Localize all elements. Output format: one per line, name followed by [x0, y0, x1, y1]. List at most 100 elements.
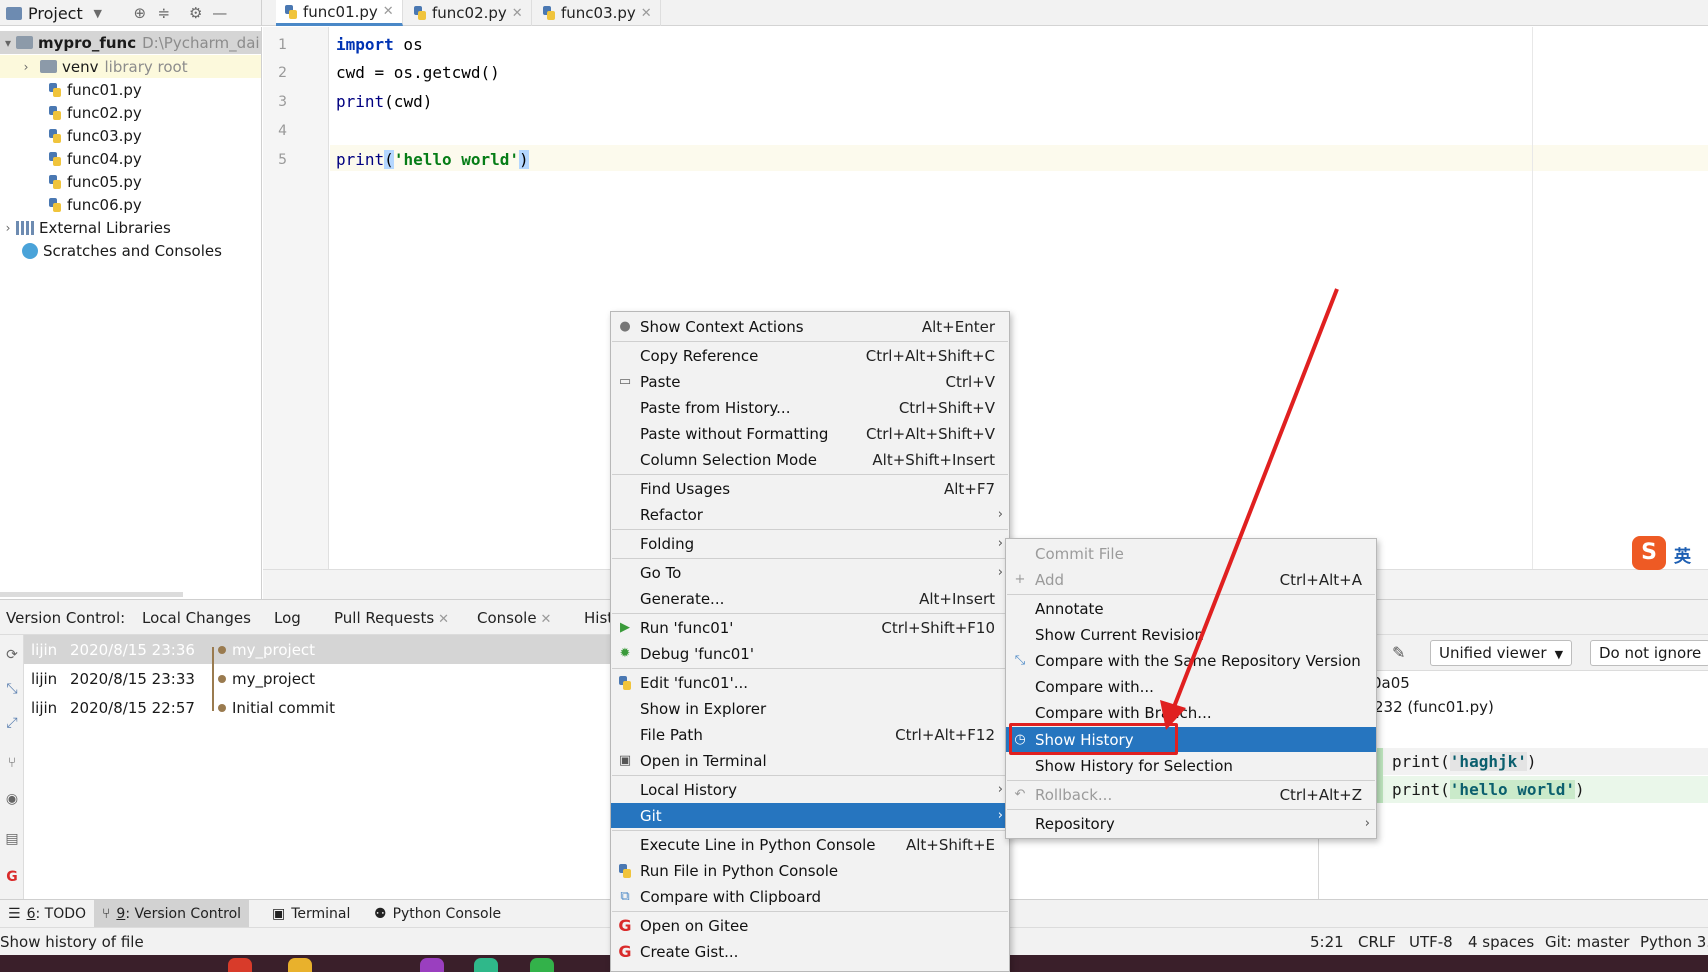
line-separator[interactable]: CRLF [1358, 928, 1396, 956]
menu-item-edit-config[interactable]: Edit 'func01'... [611, 670, 1009, 695]
refresh-icon[interactable]: ⟳ [3, 647, 21, 665]
app-icon[interactable] [420, 958, 444, 972]
menu-item-refactor[interactable]: Refactor › [611, 502, 1009, 527]
tab-pull-requests[interactable]: Pull Requests ✕ [328, 600, 455, 636]
menu-item-go-to[interactable]: Go To › [611, 560, 1009, 585]
tab-log[interactable]: Log [268, 600, 307, 636]
menu-item-copy-reference[interactable]: Copy Reference Ctrl+Alt+Shift+C [611, 343, 1009, 368]
file-encoding[interactable]: UTF-8 [1409, 928, 1453, 956]
layout-icon[interactable]: ▤ [3, 831, 21, 849]
branch-icon[interactable]: ⑂ [3, 755, 21, 773]
tree-file[interactable]: func05.py [0, 170, 261, 193]
git-branch[interactable]: Git: master [1545, 928, 1629, 956]
project-header[interactable]: Project ▼ ⊕ ≑ ⚙ — [0, 0, 262, 26]
close-icon[interactable]: ✕ [641, 6, 652, 21]
menu-item-open-on-gitee[interactable]: G Open on Gitee [611, 913, 1009, 938]
menu-item-run-file-in-console[interactable]: Run File in Python Console [611, 858, 1009, 883]
python-interpreter[interactable]: Python 3.8 [1640, 928, 1708, 956]
tree-file[interactable]: func01.py [0, 78, 261, 101]
chevron-right-icon[interactable]: › [0, 221, 16, 235]
pycharm-icon[interactable] [474, 958, 498, 972]
tree-file[interactable]: func02.py [0, 101, 261, 124]
menu-item-repository[interactable]: Repository › [1006, 811, 1376, 836]
tab-local-changes[interactable]: Local Changes [136, 600, 257, 636]
chevron-down-icon[interactable]: ▼ [89, 4, 107, 22]
project-label[interactable]: Project [28, 4, 83, 23]
tree-item-external-libraries[interactable]: › External Libraries [0, 216, 261, 239]
close-icon[interactable]: ✕ [438, 612, 449, 627]
menu-item-find-usages[interactable]: Find Usages Alt+F7 [611, 476, 1009, 501]
locate-icon[interactable]: ⊕ [131, 4, 149, 22]
tree-item-scratches[interactable]: Scratches and Consoles [0, 239, 261, 262]
folder-icon[interactable] [288, 958, 312, 972]
menu-item-paste-without-formatting[interactable]: Paste without Formatting Ctrl+Alt+Shift+V [611, 421, 1009, 446]
table-row[interactable]: lijin 2020/8/15 23:36 my_project [24, 635, 610, 664]
menu-item-file-path[interactable]: File Path Ctrl+Alt+F12 [611, 722, 1009, 747]
gear-icon[interactable]: ⚙ [187, 4, 205, 22]
chevron-right-icon[interactable]: › [18, 60, 34, 74]
version-control-button[interactable]: ⑂ 9: Version Control [94, 900, 250, 928]
collapse-icon[interactable]: ≑ [155, 4, 173, 22]
app-icon[interactable] [228, 958, 252, 972]
terminal-button[interactable]: ▣ Terminal [264, 900, 358, 928]
menu-item-git[interactable]: Git › [611, 803, 1009, 828]
menu-item-rollback[interactable]: ↶ Rollback... Ctrl+Alt+Z [1006, 782, 1376, 807]
menu-item-create-gist[interactable]: G Create Gist... [611, 939, 1009, 964]
caret-position[interactable]: 5:21 [1310, 928, 1344, 956]
tab-console[interactable]: Console ✕ [471, 600, 557, 636]
menu-item-compare-clipboard[interactable]: ⧉ Compare with Clipboard [611, 884, 1009, 909]
menu-item-compare-with[interactable]: Compare with... [1006, 674, 1376, 699]
menu-item-local-history[interactable]: Local History › [611, 777, 1009, 802]
tree-file[interactable]: func06.py [0, 193, 261, 216]
menu-item-show-in-explorer[interactable]: Show in Explorer [611, 696, 1009, 721]
compare-icon[interactable]: ⤡ [3, 681, 21, 699]
edit-icon[interactable]: ✎ [1392, 643, 1405, 662]
menu-item-show-context-actions[interactable]: ● Show Context Actions Alt+Enter [611, 314, 1009, 339]
menu-item-compare-same-repo[interactable]: ⤡ Compare with the Same Repository Versio… [1006, 648, 1376, 673]
viewer-select[interactable]: Unified viewer ▼ [1430, 640, 1573, 666]
ignore-select[interactable]: Do not ignore [1590, 640, 1708, 666]
menu-item-paste-from-history[interactable]: Paste from History... Ctrl+Shift+V [611, 395, 1009, 420]
table-row[interactable]: lijin 2020/8/15 23:33 my_project [24, 664, 610, 693]
menu-item-show-history-selection[interactable]: Show History for Selection [1006, 753, 1376, 778]
tab-label: func01.py [303, 2, 378, 21]
minimize-icon[interactable]: — [211, 4, 229, 22]
menu-item-compare-with-branch[interactable]: Compare with Branch... [1006, 700, 1376, 725]
menu-item-debug[interactable]: ✹ Debug 'func01' [611, 641, 1009, 666]
table-row[interactable]: lijin 2020/8/15 22:57 Initial commit [24, 693, 610, 722]
menu-item-commit-file[interactable]: Commit File [1006, 541, 1376, 566]
menu-item-add[interactable]: + Add Ctrl+Alt+A [1006, 567, 1376, 592]
compare-icon[interactable]: ⤢ [3, 715, 21, 733]
tree-item-venv[interactable]: › venv library root [0, 55, 261, 78]
menu-item-column-selection[interactable]: Column Selection Mode Alt+Shift+Insert [611, 447, 1009, 472]
menu-item-open-in-terminal[interactable]: ▣ Open in Terminal [611, 748, 1009, 773]
close-icon[interactable]: ✕ [512, 6, 523, 21]
tab-func01[interactable]: func01.py ✕ [276, 0, 403, 26]
ime-indicator[interactable]: S 英 [1632, 536, 1708, 572]
menu-item-generate[interactable]: Generate... Alt+Insert [611, 586, 1009, 611]
menu-item-annotate[interactable]: Annotate [1006, 596, 1376, 621]
external-libraries-label: External Libraries [39, 218, 171, 237]
chevron-down-icon[interactable]: ▾ [0, 36, 16, 50]
tree-file[interactable]: func03.py [0, 124, 261, 147]
gitee-icon[interactable]: G [3, 869, 21, 887]
menu-item-show-current-revision[interactable]: Show Current Revision [1006, 622, 1376, 647]
tab-func03[interactable]: func03.py ✕ [534, 0, 661, 26]
menu-item-execute-line[interactable]: Execute Line in Python Console Alt+Shift+… [611, 832, 1009, 857]
close-icon[interactable]: ✕ [383, 4, 394, 19]
code-text: os [393, 35, 423, 54]
close-icon[interactable]: ✕ [541, 612, 552, 627]
tree-root[interactable]: ▾ mypro_func D:\Pycharm_dai [0, 31, 261, 54]
indent-setting[interactable]: 4 spaces [1468, 928, 1534, 956]
todo-button[interactable]: ☰ 6: TODO [0, 900, 94, 928]
app-icon[interactable] [530, 958, 554, 972]
menu-item-paste[interactable]: ▭ Paste Ctrl+V [611, 369, 1009, 394]
tab-func02[interactable]: func02.py ✕ [405, 0, 532, 26]
menu-item-run[interactable]: ▶ Run 'func01' Ctrl+Shift+F10 [611, 615, 1009, 640]
tree-file[interactable]: func04.py [0, 147, 261, 170]
eye-icon[interactable]: ◉ [3, 791, 21, 809]
horizontal-scrollbar[interactable] [0, 592, 183, 597]
python-console-button[interactable]: ⚉ Python Console [366, 900, 509, 928]
code-editor[interactable]: import os cwd = os.getcwd() print(cwd) p… [330, 27, 1708, 569]
menu-item-folding[interactable]: Folding › [611, 531, 1009, 556]
